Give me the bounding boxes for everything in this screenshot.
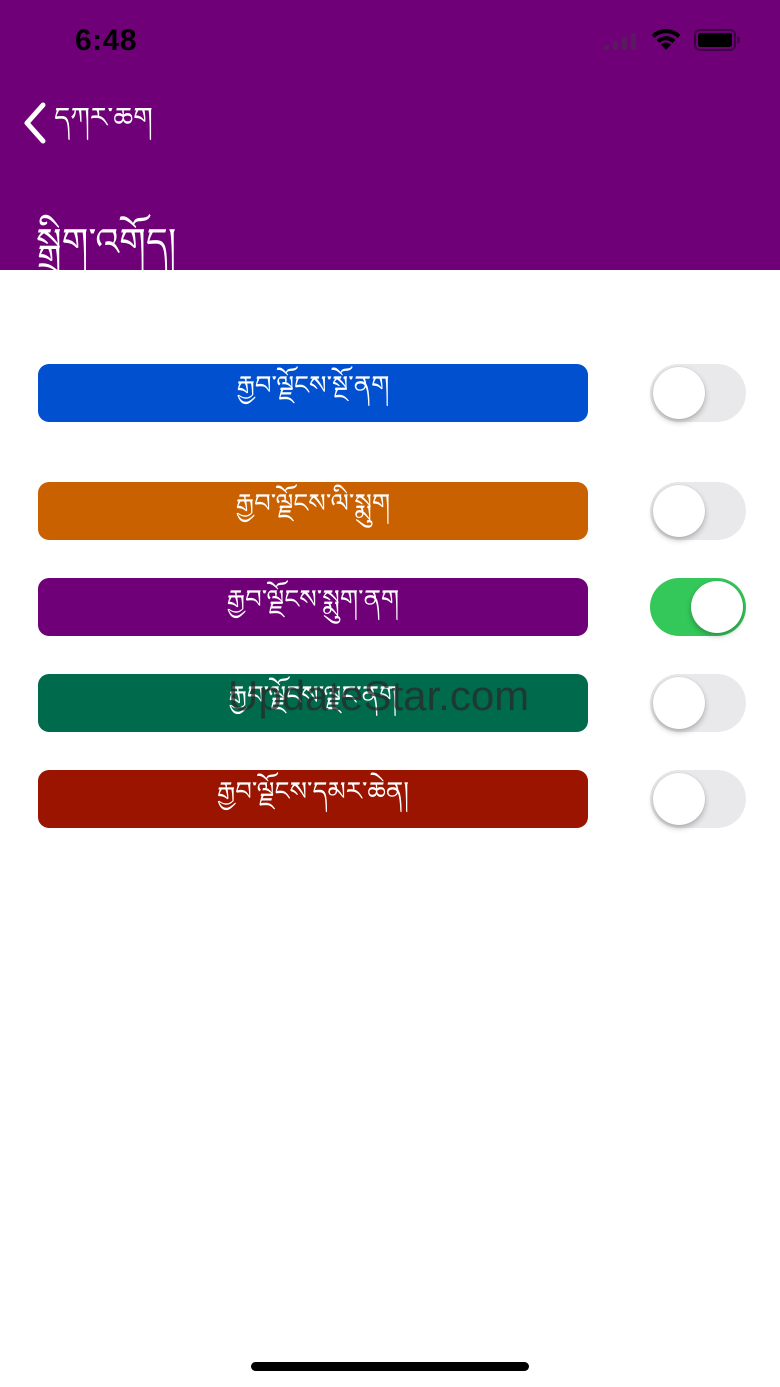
theme-toggle-green[interactable]: [650, 674, 746, 732]
wifi-icon: [650, 28, 682, 56]
theme-toggle-purple[interactable]: [650, 578, 746, 636]
battery-icon: [694, 28, 742, 56]
nav-header: 6:48 དཀར་ཆག སྒྲིག་འགོད།: [0, 0, 780, 270]
toggle-knob: [691, 581, 743, 633]
theme-row-red: རྒྱབ་ལྗོངས་དམར་ཆེན།: [0, 770, 780, 828]
back-button[interactable]: དཀར་ཆག: [22, 100, 153, 150]
theme-button-purple[interactable]: རྒྱབ་ལྗོངས་སྨུག་ནག: [38, 578, 588, 636]
theme-button-blue[interactable]: རྒྱབ་ལྗོངས་སྔོ་ནག: [38, 364, 588, 422]
cellular-signal-icon: [604, 30, 638, 54]
toggle-knob: [653, 367, 705, 419]
theme-row-green: རྒྱབ་ལྗོངས་ལྗང་ནག: [0, 674, 780, 732]
chevron-left-icon: [22, 101, 48, 149]
toggle-knob: [653, 485, 705, 537]
theme-row-orange: རྒྱབ་ལྗོངས་ལི་སྨུག: [0, 482, 780, 540]
theme-row-blue: རྒྱབ་ལྗོངས་སྔོ་ནག: [0, 364, 780, 422]
theme-button-orange[interactable]: རྒྱབ་ལྗོངས་ལི་སྨུག: [38, 482, 588, 540]
status-icons: [604, 28, 742, 56]
page-title: སྒྲིག་འགོད།: [36, 220, 177, 264]
back-label: དཀར་ཆག: [54, 100, 153, 134]
toggle-knob: [653, 773, 705, 825]
theme-button-red[interactable]: རྒྱབ་ལྗོངས་དམར་ཆེན།: [38, 770, 588, 828]
theme-toggle-blue[interactable]: [650, 364, 746, 422]
status-time: 6:48: [75, 24, 138, 57]
theme-button-green[interactable]: རྒྱབ་ལྗོངས་ལྗང་ནག: [38, 674, 588, 732]
theme-toggle-red[interactable]: [650, 770, 746, 828]
theme-row-purple: རྒྱབ་ལྗོངས་སྨུག་ནག: [0, 578, 780, 636]
theme-toggle-orange[interactable]: [650, 482, 746, 540]
toggle-knob: [653, 677, 705, 729]
home-indicator[interactable]: [251, 1362, 529, 1371]
